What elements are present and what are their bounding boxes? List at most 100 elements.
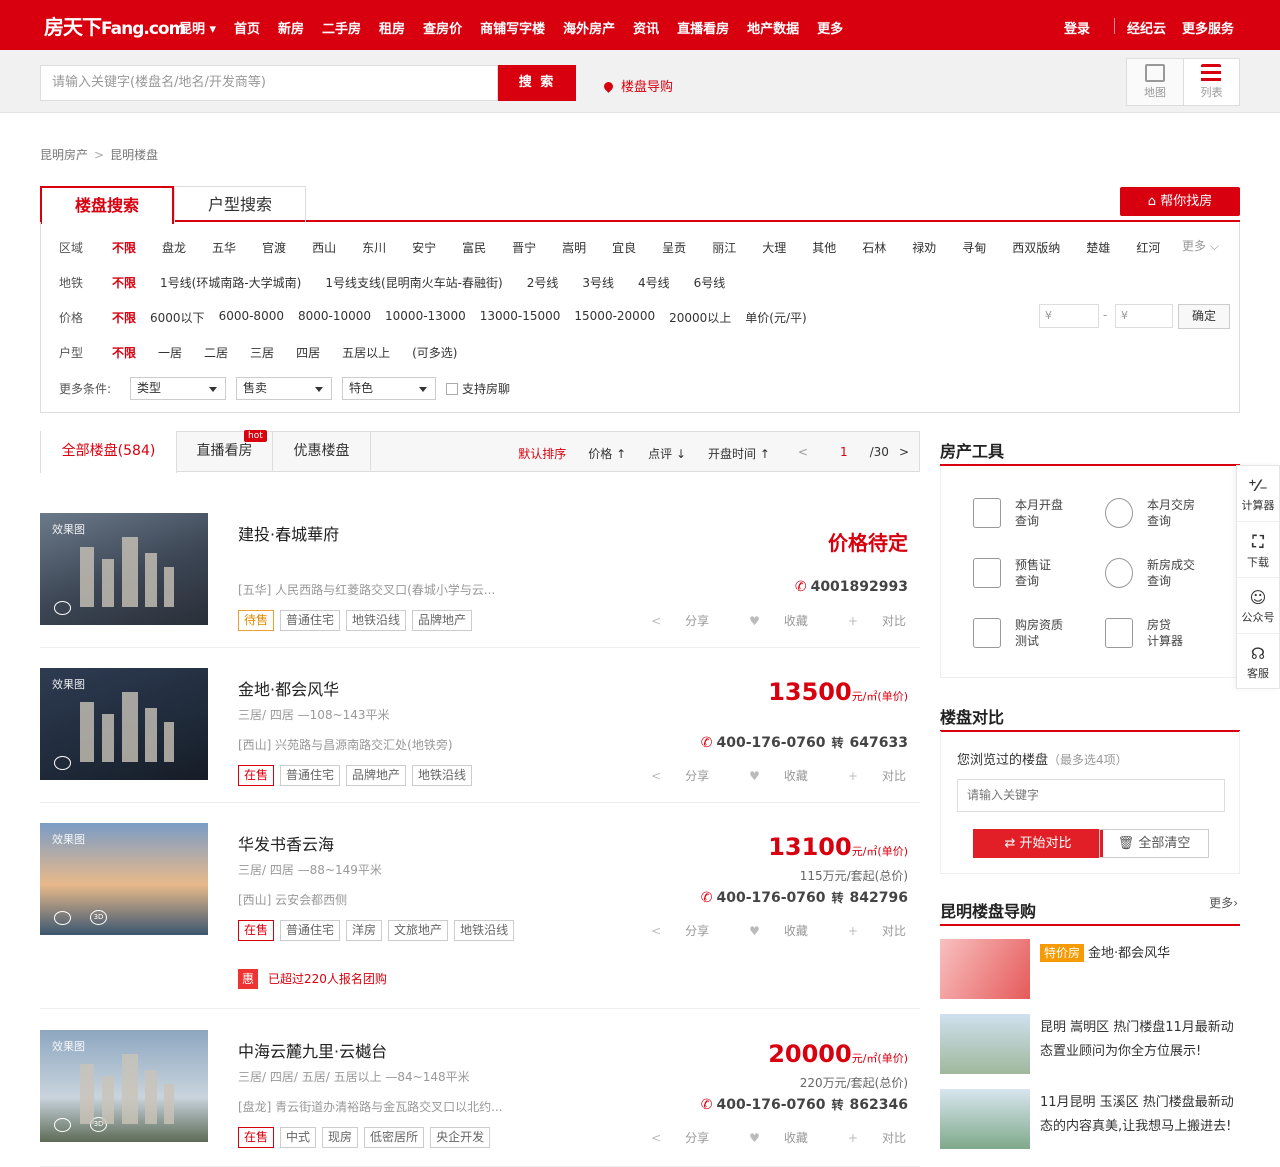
price-option[interactable]: 15000-20000: [574, 309, 655, 326]
listing-phone[interactable]: ✆ 400-176-0760 转 862346: [701, 1096, 908, 1113]
area-option[interactable]: 禄劝: [912, 239, 936, 256]
sidebar-download[interactable]: ⛶ 下载: [1237, 522, 1279, 578]
area-option[interactable]: 楚雄: [1086, 239, 1110, 256]
area-option[interactable]: 晋宁: [512, 239, 536, 256]
sale-select[interactable]: 售卖: [236, 377, 332, 400]
share-button[interactable]: < 分享: [631, 1129, 709, 1146]
area-option[interactable]: 安宁: [412, 239, 436, 256]
listing-image[interactable]: 效果图 3D: [40, 823, 208, 935]
area-option[interactable]: 红河: [1136, 239, 1160, 256]
share-button[interactable]: < 分享: [631, 922, 709, 939]
area-option[interactable]: 官渡: [262, 239, 286, 256]
price-min-input[interactable]: ¥: [1039, 304, 1099, 328]
sort-review[interactable]: 点评 ↓: [648, 445, 686, 462]
tab-all-buildings[interactable]: 全部楼盘(584): [40, 431, 177, 473]
room-option[interactable]: (可多选): [412, 344, 457, 361]
nav-item[interactable]: 二手房: [322, 18, 361, 37]
favorite-button[interactable]: ♥ 收藏: [729, 922, 808, 939]
price-option[interactable]: 10000-13000: [385, 309, 466, 326]
share-button[interactable]: < 分享: [631, 612, 709, 629]
area-option[interactable]: 呈贡: [662, 239, 686, 256]
nav-item[interactable]: 海外房产: [563, 18, 615, 37]
metro-option[interactable]: 3号线: [582, 274, 614, 291]
nav-item[interactable]: 新房: [278, 18, 304, 37]
area-option[interactable]: 其他: [812, 239, 836, 256]
listing-image[interactable]: 效果图 3D: [40, 1030, 208, 1142]
compare-input[interactable]: 请输入关键字: [957, 779, 1225, 812]
chat-bubble-icon[interactable]: [54, 911, 71, 925]
help-find-home-button[interactable]: ⌂ 帮你找房: [1120, 187, 1240, 216]
nav-item[interactable]: 资讯: [633, 18, 659, 37]
price-option[interactable]: 8000-10000: [298, 309, 371, 326]
tool-item[interactable]: 预售证 查询: [973, 556, 1103, 596]
map-view-button[interactable]: 地图: [1127, 59, 1183, 105]
clear-all-button[interactable]: 🗑 全部清空: [1099, 829, 1209, 858]
sidebar-calculator[interactable]: ⁺⁄₋ 计算器: [1237, 466, 1279, 522]
area-option[interactable]: 宜良: [612, 239, 636, 256]
more-services-link[interactable]: 更多服务: [1182, 18, 1234, 37]
group-buy-promo[interactable]: 惠已超过220人报名团购: [238, 969, 387, 989]
fang-logo[interactable]: 房天下Fang.com: [44, 11, 186, 40]
price-option[interactable]: 单价(元/平): [745, 309, 806, 326]
price-confirm-button[interactable]: 确定: [1178, 304, 1230, 329]
listing-name[interactable]: 中海云麓九里·云樾台: [238, 1038, 387, 1062]
metro-option[interactable]: 2号线: [527, 274, 559, 291]
search-input[interactable]: 请输入关键字(楼盘名/地名/开发商等): [40, 65, 498, 101]
tool-item[interactable]: 房贷 计算器: [1105, 616, 1235, 656]
listing-phone[interactable]: ✆ 400-176-0760 转 647633: [701, 734, 908, 751]
nav-item[interactable]: 查房价: [423, 18, 462, 37]
nav-item[interactable]: 地产数据: [747, 18, 799, 37]
tool-item[interactable]: 购房资质 测试: [973, 616, 1103, 656]
favorite-button[interactable]: ♥ 收藏: [729, 612, 808, 629]
area-option[interactable]: 石林: [862, 239, 886, 256]
sidebar-wechat[interactable]: ☺ 公众号: [1237, 578, 1279, 634]
listing-name[interactable]: 建投·春城華府: [238, 521, 339, 545]
listing-phone[interactable]: ✆ 4001892993: [795, 579, 908, 595]
listing-name[interactable]: 金地·都会风华: [238, 676, 339, 700]
chat-checkbox[interactable]: [446, 382, 458, 395]
area-option[interactable]: 不限: [112, 239, 136, 256]
listing-image[interactable]: 效果图: [40, 513, 208, 625]
area-option[interactable]: 西山: [312, 239, 336, 256]
sort-open-time[interactable]: 开盘时间 ↑: [708, 445, 770, 462]
tool-item[interactable]: 本月开盘 查询: [973, 496, 1103, 536]
area-option[interactable]: 丽江: [712, 239, 736, 256]
room-option[interactable]: 三居: [250, 344, 274, 361]
nav-item[interactable]: 更多: [817, 18, 843, 37]
price-option[interactable]: 6000-8000: [219, 309, 284, 326]
metro-option[interactable]: 1号线支线(昆明南火车站-春融街): [325, 274, 502, 291]
compare-button[interactable]: + 对比: [828, 1129, 906, 1146]
room-option[interactable]: 二居: [204, 344, 228, 361]
list-view-button[interactable]: 列表: [1182, 59, 1239, 105]
price-option[interactable]: 不限: [112, 309, 136, 326]
room-option[interactable]: 一居: [158, 344, 182, 361]
tool-item[interactable]: 新房成交 查询: [1105, 556, 1235, 596]
next-page-button[interactable]: >: [899, 445, 909, 462]
nav-item[interactable]: 商铺写字楼: [480, 18, 545, 37]
sort-default[interactable]: 默认排序: [518, 445, 566, 462]
price-option[interactable]: 13000-15000: [480, 309, 561, 326]
listing-image[interactable]: 效果图: [40, 668, 208, 780]
feature-select[interactable]: 特色: [342, 377, 436, 400]
breadcrumb-item[interactable]: 昆明房产: [40, 148, 88, 162]
tab-building-search[interactable]: 楼盘搜索: [40, 186, 174, 224]
chat-bubble-icon[interactable]: [54, 601, 71, 615]
start-compare-button[interactable]: ⇄ 开始对比: [973, 829, 1103, 858]
search-button[interactable]: 搜 索: [498, 65, 576, 101]
listing-card[interactable]: 效果图 建投·春城華府 [五华] 人民西路与红菱路交叉口(春城小学与云... 待售 普通…: [40, 513, 920, 648]
metro-option[interactable]: 不限: [112, 274, 136, 291]
guide-more-link[interactable]: 更多›: [1209, 894, 1238, 911]
metro-option[interactable]: 4号线: [638, 274, 670, 291]
area-option[interactable]: 嵩明: [562, 239, 586, 256]
chat-bubble-icon[interactable]: [54, 756, 71, 770]
area-option[interactable]: 寻甸: [962, 239, 986, 256]
login-link[interactable]: 登录: [1064, 18, 1090, 37]
prev-page-button[interactable]: <: [798, 445, 808, 462]
compare-button[interactable]: + 对比: [828, 612, 906, 629]
price-option[interactable]: 20000以上: [669, 309, 731, 326]
broker-link[interactable]: 经纪云: [1127, 18, 1166, 37]
listing-card[interactable]: 效果图 金地·都会风华 三居/ 四居 —108~143平米 [西山] 兴苑路与昌源南路…: [40, 668, 920, 803]
favorite-button[interactable]: ♥ 收藏: [729, 767, 808, 784]
area-option[interactable]: 大理: [762, 239, 786, 256]
nav-item[interactable]: 首页: [234, 18, 260, 37]
